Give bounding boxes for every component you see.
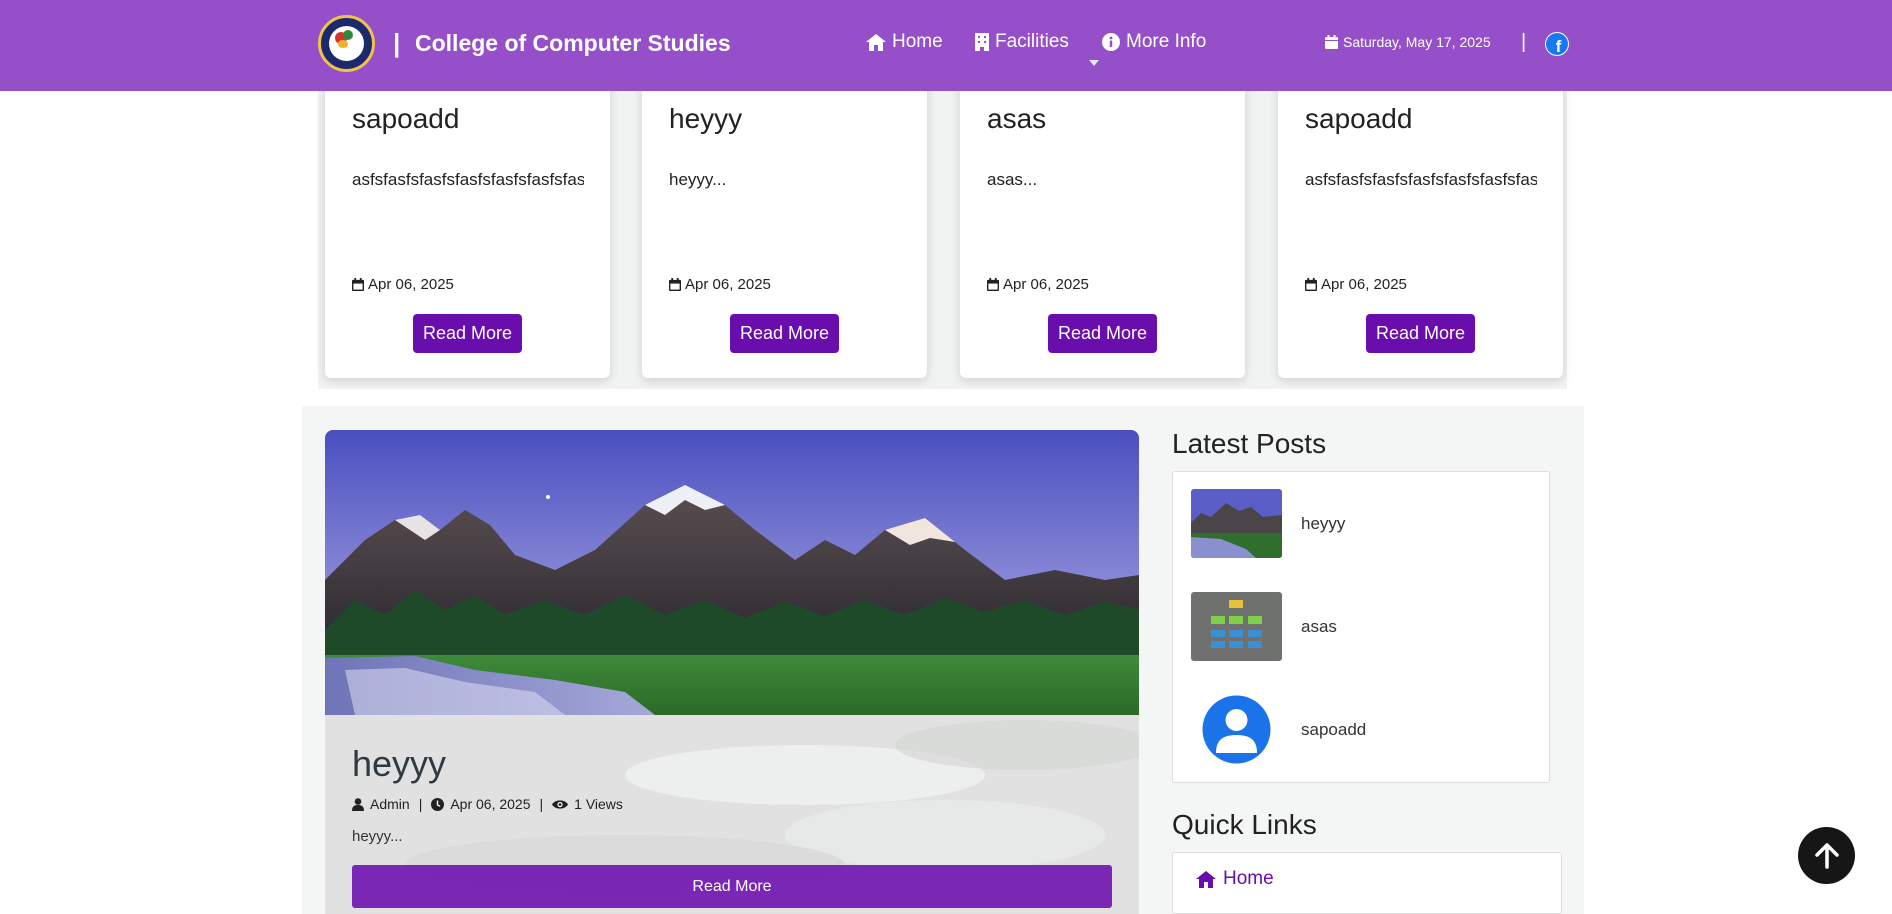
post-card: heyyy heyyy... Apr 06, 2025 Read More	[642, 75, 927, 378]
back-to-top-button[interactable]	[1798, 827, 1855, 884]
facebook-icon: f	[1546, 33, 1568, 55]
post-card-date-text: Apr 06, 2025	[1321, 276, 1407, 293]
post-card-excerpt: asas...	[987, 170, 1038, 189]
featured-post-meta: Admin | Apr 06, 2025 | 1 Views	[352, 796, 623, 812]
post-card-excerpt: heyyy...	[669, 170, 727, 189]
featured-read-more-button[interactable]: Read More	[352, 865, 1112, 908]
featured-post-author: Admin	[370, 796, 410, 812]
calendar-icon	[987, 278, 999, 291]
read-more-button[interactable]: Read More	[1366, 314, 1475, 353]
dropdown-caret-icon[interactable]	[1089, 60, 1099, 66]
post-card-date-text: Apr 06, 2025	[368, 276, 454, 293]
featured-post-excerpt: heyyy...	[352, 828, 403, 845]
home-icon	[1196, 870, 1216, 888]
latest-post-thumbnail	[1191, 489, 1282, 558]
latest-post-item[interactable]: heyyy	[1191, 489, 1345, 558]
post-card-date: Apr 06, 2025	[1305, 276, 1407, 293]
post-card-date-text: Apr 06, 2025	[685, 276, 771, 293]
featured-post-title[interactable]: heyyy	[352, 743, 446, 785]
calendar-icon	[1325, 35, 1338, 49]
post-card-date: Apr 06, 2025	[352, 276, 454, 293]
brand-title[interactable]: College of Computer Studies	[415, 30, 731, 57]
latest-post-title: heyyy	[1301, 513, 1346, 533]
meta-separator: |	[418, 796, 423, 812]
top-navbar: | College of Computer Studies Home Facil…	[0, 0, 1892, 91]
arrow-up-icon	[1814, 842, 1839, 869]
post-card: sapoadd asfsfasfsfasfsfasfsfasfsfasfsfas…	[325, 75, 610, 378]
quick-link-home[interactable]: Home	[1196, 868, 1274, 890]
calendar-icon	[352, 278, 364, 291]
user-icon	[352, 797, 364, 811]
post-card-title: sapoadd	[352, 103, 460, 134]
post-card: asas asas... Apr 06, 2025 Read More	[960, 75, 1245, 378]
calendar-icon	[669, 278, 681, 291]
featured-post	[325, 430, 1139, 914]
latest-post-thumbnail	[1191, 592, 1282, 661]
college-logo[interactable]	[318, 15, 375, 72]
post-card-title: asas	[987, 103, 1047, 134]
header-separator: |	[1521, 31, 1527, 53]
latest-post-item[interactable]: asas	[1191, 592, 1337, 661]
latest-posts-list: heyyy asas sapoadd	[1172, 471, 1550, 783]
current-date-text: Saturday, May 17, 2025	[1343, 34, 1491, 50]
meta-separator: |	[539, 796, 544, 812]
featured-post-image[interactable]	[325, 430, 1139, 715]
latest-post-title: sapoadd	[1301, 719, 1367, 739]
post-card-date-text: Apr 06, 2025	[1003, 276, 1089, 293]
nav-home-label: Home	[892, 31, 943, 52]
nav-more-info[interactable]: More Info	[1102, 31, 1206, 53]
post-card-date: Apr 06, 2025	[987, 276, 1089, 293]
read-more-button[interactable]: Read More	[730, 314, 839, 353]
quick-links-list: Home	[1172, 852, 1562, 914]
nav-facilities-label: Facilities	[995, 31, 1069, 52]
post-card: sapoadd asfsfasfsfasfsfasfsfasfsfasfsfas…	[1278, 75, 1563, 378]
post-card-excerpt: asfsfasfsfasfsfasfsfasfsfasfsfasfsfasfsf	[1305, 170, 1537, 189]
brand-separator: |	[393, 28, 401, 58]
clock-icon	[431, 797, 445, 811]
post-card-date: Apr 06, 2025	[669, 276, 771, 293]
info-circle-icon	[1102, 33, 1120, 51]
eye-icon	[552, 799, 569, 809]
quick-links-heading: Quick Links	[1172, 809, 1317, 840]
latest-post-title: asas	[1301, 616, 1337, 636]
calendar-icon	[1305, 278, 1317, 291]
read-more-button[interactable]: Read More	[413, 314, 522, 353]
read-more-button[interactable]: Read More	[1048, 314, 1157, 353]
facebook-link[interactable]: f	[1545, 32, 1569, 56]
nav-more-info-label: More Info	[1126, 31, 1207, 52]
quick-link-home-label: Home	[1223, 868, 1274, 889]
home-icon	[866, 33, 886, 51]
post-card-title: heyyy	[669, 103, 743, 134]
nav-home[interactable]: Home	[866, 31, 943, 53]
latest-post-thumbnail	[1191, 695, 1282, 764]
featured-post-views: 1 Views	[574, 796, 623, 812]
latest-posts-heading: Latest Posts	[1172, 428, 1327, 459]
post-card-excerpt: asfsfasfsfasfsfasfsfasfsfasfsfasfsfasfsf	[352, 170, 584, 189]
post-card-title: sapoadd	[1305, 103, 1413, 134]
current-date: Saturday, May 17, 2025	[1325, 34, 1491, 50]
featured-post-date: Apr 06, 2025	[450, 796, 531, 812]
building-icon	[975, 33, 989, 51]
nav-facilities[interactable]: Facilities	[975, 31, 1069, 53]
latest-post-item[interactable]: sapoadd	[1191, 695, 1366, 764]
